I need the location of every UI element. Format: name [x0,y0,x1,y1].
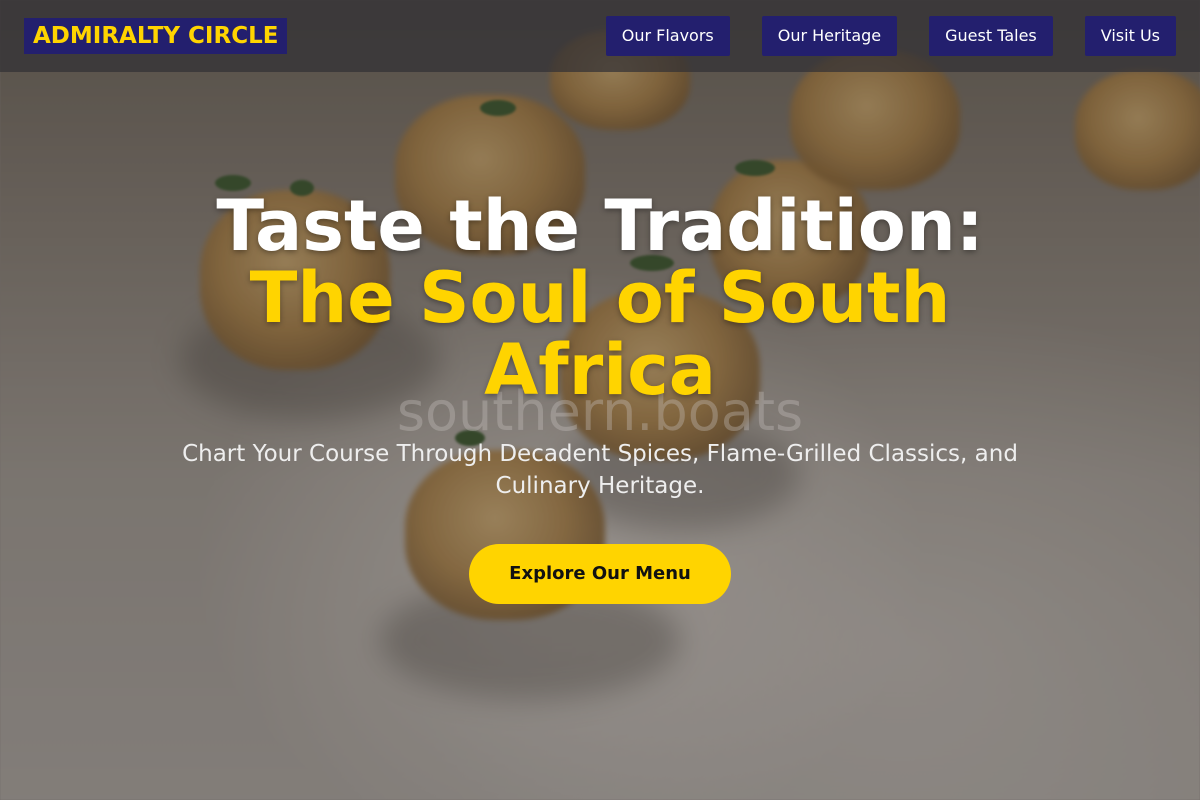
hero-title-accent: The Soul of South Africa [249,257,951,411]
nav-our-flavors[interactable]: Our Flavors [605,16,730,56]
main-nav: Our Flavors Our Heritage Guest Tales Vis… [605,16,1176,56]
site-header: ADMIRALTY CIRCLE Our Flavors Our Heritag… [0,0,1200,72]
explore-menu-button[interactable]: Explore Our Menu [469,544,731,604]
brand-logo[interactable]: ADMIRALTY CIRCLE [24,18,288,54]
hero-subtitle: Chart Your Course Through Decadent Spice… [182,441,1018,499]
nav-visit-us[interactable]: Visit Us [1084,16,1176,56]
hero-section: Taste the Tradition: The Soul of South A… [0,190,1200,604]
landing-page: ADMIRALTY CIRCLE Our Flavors Our Heritag… [0,0,1200,800]
hero-title: Taste the Tradition: The Soul of South A… [0,190,1200,406]
hero-title-line: Taste the Tradition: [216,185,984,267]
nav-guest-tales[interactable]: Guest Tales [929,16,1053,56]
nav-our-heritage[interactable]: Our Heritage [761,16,898,56]
